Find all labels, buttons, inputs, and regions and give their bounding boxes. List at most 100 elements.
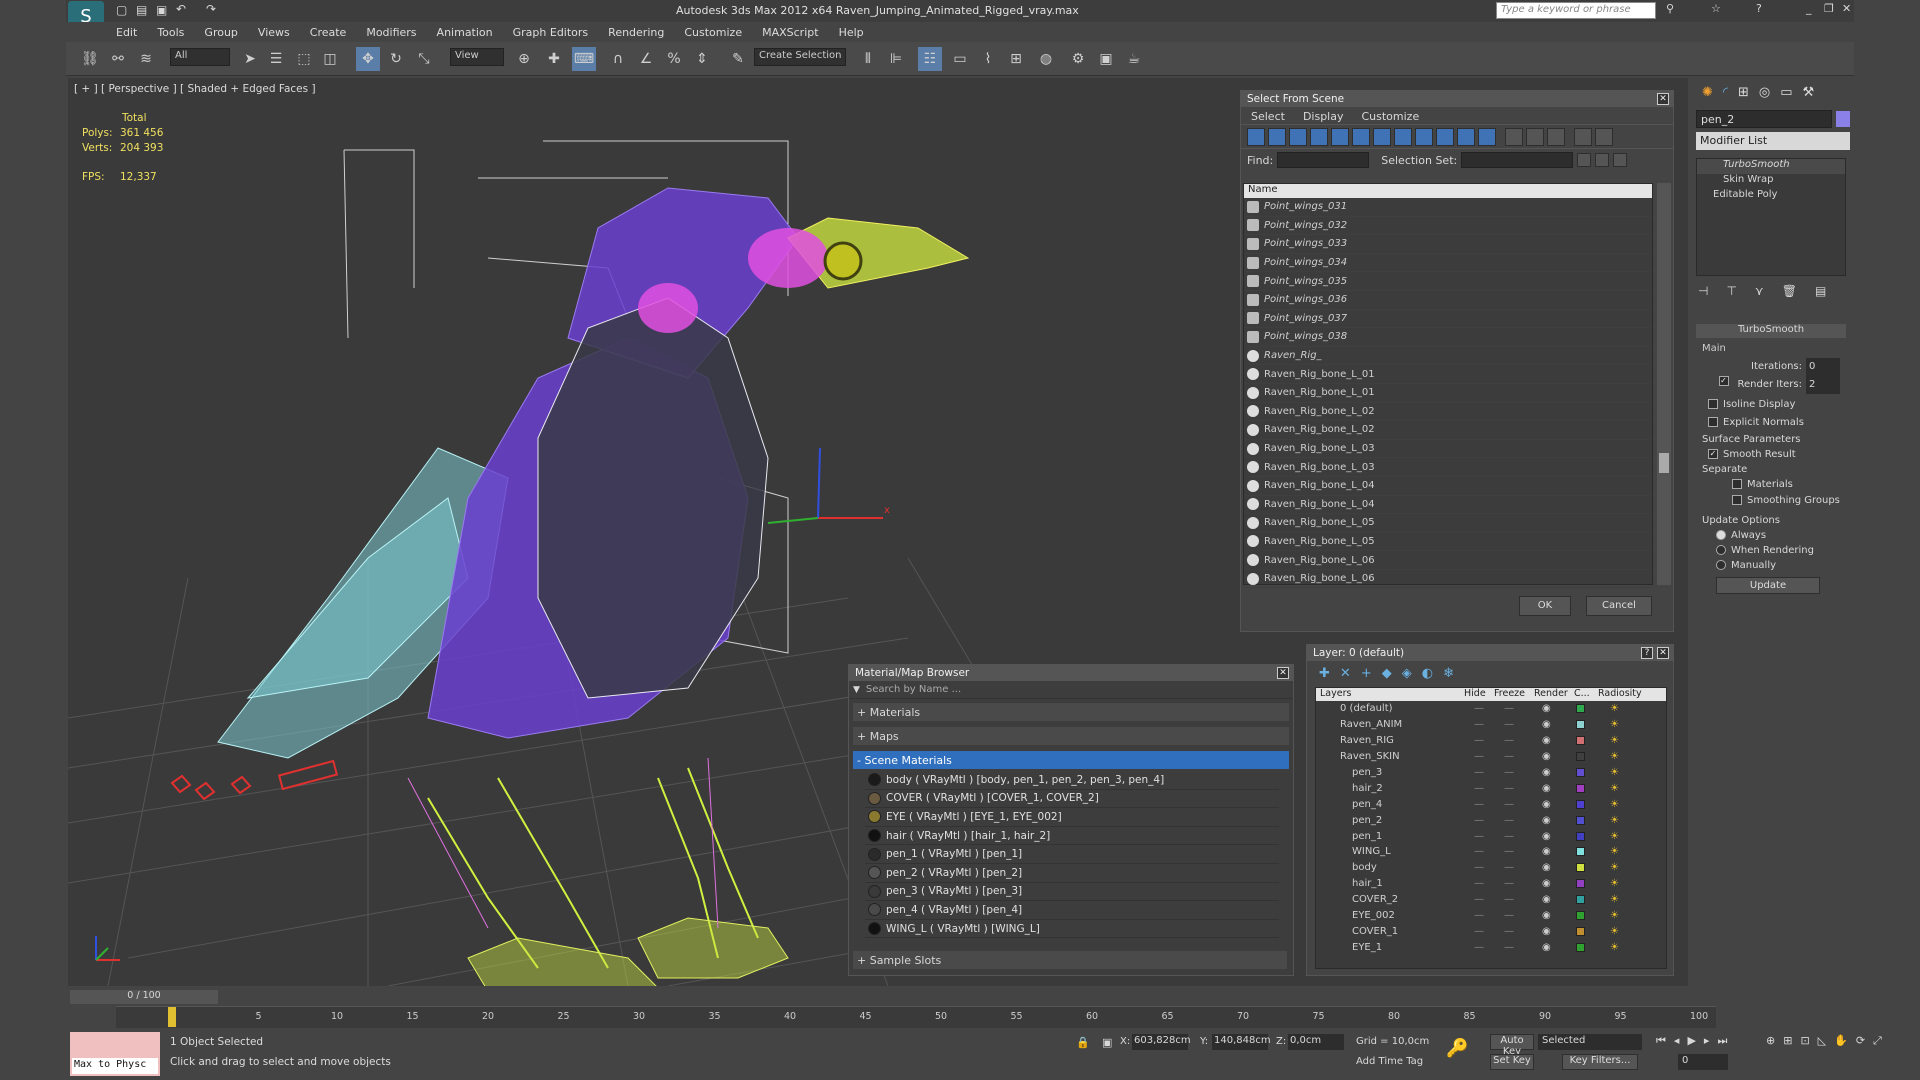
save-file-icon[interactable]: ▣ — [156, 3, 167, 17]
layer-row[interactable]: pen_4 — — ◉ ☀ — [1316, 796, 1666, 812]
select-move-icon[interactable]: ✥ — [356, 47, 380, 71]
render-toggle-icon[interactable]: ◉ — [1542, 703, 1551, 714]
delete-layer-icon[interactable]: ✕ — [1340, 666, 1351, 681]
menu-maxscript[interactable]: MAXScript — [762, 26, 818, 39]
render-toggle-icon[interactable]: ◉ — [1542, 719, 1551, 730]
select-layer-objects-icon[interactable]: ◆ — [1382, 666, 1392, 681]
modify-tab-icon[interactable]: ◜ — [1723, 85, 1728, 100]
layer-color-swatch[interactable] — [1576, 720, 1585, 730]
key-mode-dropdown[interactable]: Selected — [1538, 1034, 1642, 1050]
radiosity-icon[interactable]: ☀ — [1610, 735, 1619, 746]
hide-toggle-icon[interactable]: — — [1474, 703, 1484, 714]
motion-tab-icon[interactable]: ◎ — [1759, 85, 1770, 100]
hide-toggle-icon[interactable]: — — [1474, 815, 1484, 826]
spinner-snap-icon[interactable]: ⇕ — [690, 47, 714, 71]
list-item[interactable]: Raven_Rig_bone_L_03 — [1244, 440, 1652, 459]
percent-snap-icon[interactable]: % — [662, 47, 686, 71]
layer-row[interactable]: WING_L — — ◉ ☀ — [1316, 844, 1666, 860]
stack-item-turbosmooth[interactable]: TurboSmooth — [1697, 159, 1845, 174]
play-icon[interactable]: ▶ — [1687, 1034, 1695, 1048]
col-hide[interactable]: Hide — [1464, 688, 1486, 699]
radiosity-icon[interactable]: ☀ — [1610, 846, 1619, 857]
scene-object-list[interactable]: Name Point_wings_031 Point_wings_032 Point… — [1243, 183, 1653, 589]
menu-help[interactable]: Help — [839, 26, 864, 39]
menu-views[interactable]: Views — [258, 26, 290, 39]
radiosity-icon[interactable]: ☀ — [1610, 942, 1619, 953]
open-file-icon[interactable]: ▤ — [136, 3, 147, 17]
cancel-button[interactable]: Cancel — [1586, 596, 1652, 616]
scrollbar[interactable] — [1657, 183, 1671, 585]
select-manipulate-icon[interactable]: ✚ — [542, 47, 566, 71]
render-toggle-icon[interactable]: ◉ — [1542, 846, 1551, 857]
list-item[interactable]: Point_wings_034 — [1244, 254, 1652, 273]
dialog-menu-display[interactable]: Display — [1303, 110, 1344, 123]
update-always-radio[interactable] — [1716, 530, 1726, 540]
select-scale-icon[interactable]: ⤡ — [412, 47, 436, 71]
window-crossing-icon[interactable]: ◫ — [318, 47, 342, 71]
object-name-field[interactable]: pen_2 — [1696, 110, 1832, 128]
display-spacewarps-icon[interactable] — [1352, 127, 1370, 146]
help-icon[interactable]: ? — [1641, 647, 1653, 659]
select-none-icon[interactable] — [1526, 127, 1544, 146]
rendered-frame-window-icon[interactable]: ▣ — [1094, 47, 1118, 71]
material-item[interactable]: pen_1 ( VRayMtl ) [pen_1] — [865, 845, 1279, 864]
layer-color-swatch[interactable] — [1576, 847, 1585, 857]
render-toggle-icon[interactable]: ◉ — [1542, 735, 1551, 746]
configure-modifier-sets-icon[interactable]: ▤ — [1815, 284, 1826, 298]
display-helpers-icon[interactable] — [1331, 127, 1349, 146]
radiosity-icon[interactable]: ☀ — [1610, 894, 1619, 905]
pin-stack-icon[interactable]: ⊣ — [1698, 284, 1708, 298]
hide-toggle-icon[interactable]: — — [1474, 719, 1484, 730]
section-scene-materials[interactable]: - Scene Materials — [853, 751, 1289, 769]
select-by-name-icon[interactable]: ☰ — [264, 47, 288, 71]
named-selection-dropdown[interactable]: Create Selection Se — [754, 48, 846, 66]
layer-row[interactable]: hair_2 — — ◉ ☀ — [1316, 780, 1666, 796]
explicit-normals-checkbox[interactable] — [1708, 417, 1718, 427]
material-item[interactable]: EYE ( VRayMtl ) [EYE_1, EYE_002] — [865, 808, 1279, 827]
layer-row[interactable]: 0 (default) — — ◉ ☀ — [1316, 701, 1666, 717]
isoline-checkbox[interactable] — [1708, 399, 1718, 409]
freeze-toggle-icon[interactable]: — — [1504, 815, 1514, 826]
edit-named-sets-icon[interactable]: ✎ — [726, 47, 750, 71]
scrollbar-thumb[interactable] — [1659, 453, 1669, 473]
highlight-layer-icon[interactable]: ◈ — [1402, 666, 1412, 681]
time-cursor[interactable] — [168, 1007, 176, 1027]
list-item[interactable]: Raven_Rig_bone_L_04 — [1244, 477, 1652, 496]
menu-modifiers[interactable]: Modifiers — [366, 26, 416, 39]
freeze-toggle-icon[interactable]: — — [1504, 719, 1514, 730]
material-item[interactable]: pen_3 ( VRayMtl ) [pen_3] — [865, 883, 1279, 902]
layer-row[interactable]: pen_1 — — ◉ ☀ — [1316, 828, 1666, 844]
dialog-menu-customize[interactable]: Customize — [1361, 110, 1419, 123]
turbosmooth-rollout-title[interactable]: TurboSmooth — [1696, 324, 1846, 338]
menu-edit[interactable]: Edit — [116, 26, 137, 39]
object-color-swatch[interactable] — [1836, 111, 1850, 127]
prev-frame-icon[interactable]: ◂ — [1674, 1034, 1680, 1048]
material-item[interactable]: pen_2 ( VRayMtl ) [pen_2] — [865, 864, 1279, 883]
material-item[interactable]: COVER ( VRayMtl ) [COVER_1, COVER_2] — [865, 790, 1279, 809]
hide-toggle-icon[interactable]: — — [1474, 831, 1484, 842]
freeze-toggle-icon[interactable]: — — [1504, 942, 1514, 953]
menu-rendering[interactable]: Rendering — [608, 26, 664, 39]
zoom-icon[interactable]: ⊕ — [1766, 1034, 1775, 1048]
browser-search-input[interactable]: Search by Name ... — [866, 684, 961, 695]
current-frame-field[interactable]: 0 — [1678, 1054, 1728, 1070]
radiosity-icon[interactable]: ☀ — [1610, 783, 1619, 794]
layer-color-swatch[interactable] — [1576, 752, 1585, 762]
modifier-list-dropdown[interactable]: Modifier List — [1696, 132, 1850, 150]
zoom-extents-icon[interactable]: ⊡ — [1800, 1034, 1809, 1048]
section-sample-slots[interactable]: + Sample Slots — [853, 951, 1287, 969]
key-filters-button[interactable]: Key Filters... — [1562, 1054, 1638, 1070]
layer-row[interactable]: Raven_RIG — — ◉ ☀ — [1316, 733, 1666, 749]
add-to-layer-icon[interactable]: + — [1361, 666, 1372, 681]
graphite-ribbon-icon[interactable]: ▭ — [948, 47, 972, 71]
radiosity-icon[interactable]: ☀ — [1610, 719, 1619, 730]
list-item[interactable]: Point_wings_031 — [1244, 198, 1652, 217]
render-toggle-icon[interactable]: ◉ — [1542, 783, 1551, 794]
filter-icon[interactable] — [1574, 127, 1592, 146]
freeze-toggle-icon[interactable]: — — [1504, 910, 1514, 921]
layer-row[interactable]: hair_1 — — ◉ ☀ — [1316, 876, 1666, 892]
render-toggle-icon[interactable]: ◉ — [1542, 942, 1551, 953]
unlink-icon[interactable]: ⚯ — [106, 47, 130, 71]
bind-spacewarp-icon[interactable]: ≋ — [134, 47, 158, 71]
select-object-icon[interactable]: ➤ — [238, 47, 262, 71]
